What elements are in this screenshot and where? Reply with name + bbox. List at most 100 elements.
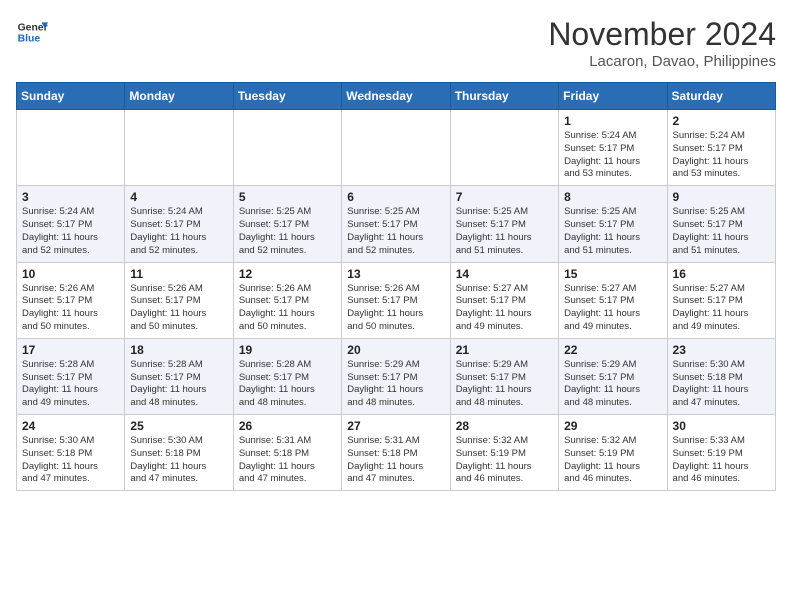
day-number: 16 — [673, 267, 770, 281]
day-info: Sunrise: 5:24 AM Sunset: 5:17 PM Dayligh… — [564, 130, 661, 181]
day-number: 20 — [347, 343, 444, 357]
calendar-cell — [17, 110, 125, 186]
calendar-cell — [125, 110, 233, 186]
svg-text:Blue: Blue — [18, 34, 41, 45]
calendar-cell: 13 Sunrise: 5:26 AM Sunset: 5:17 PM Dayli… — [342, 262, 450, 338]
header: General Blue November 2024 Lacaron, Dava… — [16, 16, 776, 70]
day-info: Sunrise: 5:25 AM Sunset: 5:17 PM Dayligh… — [239, 206, 336, 257]
calendar-week-1: 1 Sunrise: 5:24 AM Sunset: 5:17 PM Daylig… — [17, 110, 776, 186]
day-info: Sunrise: 5:24 AM Sunset: 5:17 PM Dayligh… — [130, 206, 227, 257]
calendar-cell — [450, 110, 558, 186]
day-info: Sunrise: 5:25 AM Sunset: 5:17 PM Dayligh… — [673, 206, 770, 257]
day-info: Sunrise: 5:27 AM Sunset: 5:17 PM Dayligh… — [456, 283, 553, 334]
day-info: Sunrise: 5:26 AM Sunset: 5:17 PM Dayligh… — [22, 283, 119, 334]
day-header-friday: Friday — [559, 83, 667, 110]
day-number: 27 — [347, 419, 444, 433]
day-number: 15 — [564, 267, 661, 281]
day-info: Sunrise: 5:32 AM Sunset: 5:19 PM Dayligh… — [564, 435, 661, 486]
calendar-cell: 26 Sunrise: 5:31 AM Sunset: 5:18 PM Dayli… — [233, 415, 341, 491]
day-number: 28 — [456, 419, 553, 433]
day-info: Sunrise: 5:27 AM Sunset: 5:17 PM Dayligh… — [673, 283, 770, 334]
day-number: 3 — [22, 190, 119, 204]
day-number: 9 — [673, 190, 770, 204]
calendar-cell: 12Sunrise: 5:26 AM Sunset: 5:17 PM Dayli… — [233, 262, 341, 338]
calendar-week-5: 24 Sunrise: 5:30 AM Sunset: 5:18 PM Dayli… — [17, 415, 776, 491]
day-header-monday: Monday — [125, 83, 233, 110]
day-number: 23 — [673, 343, 770, 357]
calendar-cell: 23 Sunrise: 5:30 AM Sunset: 5:18 PM Dayli… — [667, 338, 775, 414]
calendar-cell: 5 Sunrise: 5:25 AM Sunset: 5:17 PM Daylig… — [233, 186, 341, 262]
day-number: 17 — [22, 343, 119, 357]
day-number: 5 — [239, 190, 336, 204]
day-info: Sunrise: 5:25 AM Sunset: 5:17 PM Dayligh… — [564, 206, 661, 257]
calendar-cell: 1 Sunrise: 5:24 AM Sunset: 5:17 PM Daylig… — [559, 110, 667, 186]
day-info: Sunrise: 5:28 AM Sunset: 5:17 PM Dayligh… — [22, 359, 119, 410]
logo: General Blue — [16, 16, 48, 48]
day-info: Sunrise: 5:25 AM Sunset: 5:17 PM Dayligh… — [456, 206, 553, 257]
location-title: Lacaron, Davao, Philippines — [548, 53, 776, 70]
day-number: 13 — [347, 267, 444, 281]
calendar-week-4: 17 Sunrise: 5:28 AM Sunset: 5:17 PM Dayli… — [17, 338, 776, 414]
calendar-week-2: 3 Sunrise: 5:24 AM Sunset: 5:17 PM Daylig… — [17, 186, 776, 262]
day-header-wednesday: Wednesday — [342, 83, 450, 110]
calendar-cell: 24 Sunrise: 5:30 AM Sunset: 5:18 PM Dayli… — [17, 415, 125, 491]
calendar-cell: 17 Sunrise: 5:28 AM Sunset: 5:17 PM Dayli… — [17, 338, 125, 414]
calendar-cell: 4 Sunrise: 5:24 AM Sunset: 5:17 PM Daylig… — [125, 186, 233, 262]
day-info: Sunrise: 5:27 AM Sunset: 5:17 PM Dayligh… — [564, 283, 661, 334]
calendar-cell: 19Sunrise: 5:28 AM Sunset: 5:17 PM Dayli… — [233, 338, 341, 414]
day-header-sunday: Sunday — [17, 83, 125, 110]
calendar-cell: 3 Sunrise: 5:24 AM Sunset: 5:17 PM Daylig… — [17, 186, 125, 262]
calendar-cell — [342, 110, 450, 186]
calendar-cell: 7 Sunrise: 5:25 AM Sunset: 5:17 PM Daylig… — [450, 186, 558, 262]
day-number: 24 — [22, 419, 119, 433]
day-number: 26 — [239, 419, 336, 433]
title-block: November 2024 Lacaron, Davao, Philippine… — [548, 16, 776, 70]
day-number: 12 — [239, 267, 336, 281]
day-number: 19 — [239, 343, 336, 357]
day-number: 25 — [130, 419, 227, 433]
day-number: 1 — [564, 114, 661, 128]
calendar-cell: 15 Sunrise: 5:27 AM Sunset: 5:17 PM Dayli… — [559, 262, 667, 338]
calendar-cell: 8Sunrise: 5:25 AM Sunset: 5:17 PM Daylig… — [559, 186, 667, 262]
calendar-cell: 20 Sunrise: 5:29 AM Sunset: 5:17 PM Dayli… — [342, 338, 450, 414]
header-row: SundayMondayTuesdayWednesdayThursdayFrid… — [17, 83, 776, 110]
calendar-cell: 22Sunrise: 5:29 AM Sunset: 5:17 PM Dayli… — [559, 338, 667, 414]
day-number: 2 — [673, 114, 770, 128]
day-number: 29 — [564, 419, 661, 433]
day-number: 11 — [130, 267, 227, 281]
day-info: Sunrise: 5:30 AM Sunset: 5:18 PM Dayligh… — [673, 359, 770, 410]
calendar-cell: 11Sunrise: 5:26 AM Sunset: 5:17 PM Dayli… — [125, 262, 233, 338]
day-number: 7 — [456, 190, 553, 204]
day-number: 10 — [22, 267, 119, 281]
day-number: 21 — [456, 343, 553, 357]
day-info: Sunrise: 5:31 AM Sunset: 5:18 PM Dayligh… — [347, 435, 444, 486]
day-info: Sunrise: 5:30 AM Sunset: 5:18 PM Dayligh… — [22, 435, 119, 486]
day-info: Sunrise: 5:25 AM Sunset: 5:17 PM Dayligh… — [347, 206, 444, 257]
day-header-tuesday: Tuesday — [233, 83, 341, 110]
day-number: 14 — [456, 267, 553, 281]
day-info: Sunrise: 5:24 AM Sunset: 5:17 PM Dayligh… — [673, 130, 770, 181]
calendar-cell: 14 Sunrise: 5:27 AM Sunset: 5:17 PM Dayli… — [450, 262, 558, 338]
calendar-cell: 16 Sunrise: 5:27 AM Sunset: 5:17 PM Dayli… — [667, 262, 775, 338]
page: General Blue November 2024 Lacaron, Dava… — [0, 0, 792, 507]
day-header-saturday: Saturday — [667, 83, 775, 110]
calendar-cell: 25 Sunrise: 5:30 AM Sunset: 5:18 PM Dayli… — [125, 415, 233, 491]
day-info: Sunrise: 5:32 AM Sunset: 5:19 PM Dayligh… — [456, 435, 553, 486]
month-title: November 2024 — [548, 16, 776, 53]
day-info: Sunrise: 5:30 AM Sunset: 5:18 PM Dayligh… — [130, 435, 227, 486]
day-info: Sunrise: 5:26 AM Sunset: 5:17 PM Dayligh… — [347, 283, 444, 334]
day-info: Sunrise: 5:29 AM Sunset: 5:17 PM Dayligh… — [347, 359, 444, 410]
calendar-cell: 28 Sunrise: 5:32 AM Sunset: 5:19 PM Dayli… — [450, 415, 558, 491]
day-number: 18 — [130, 343, 227, 357]
logo-icon: General Blue — [16, 16, 48, 48]
day-info: Sunrise: 5:31 AM Sunset: 5:18 PM Dayligh… — [239, 435, 336, 486]
calendar-cell — [233, 110, 341, 186]
calendar-cell: 10 Sunrise: 5:26 AM Sunset: 5:17 PM Dayli… — [17, 262, 125, 338]
calendar-cell: 9 Sunrise: 5:25 AM Sunset: 5:17 PM Daylig… — [667, 186, 775, 262]
day-number: 22 — [564, 343, 661, 357]
day-info: Sunrise: 5:24 AM Sunset: 5:17 PM Dayligh… — [22, 206, 119, 257]
day-number: 6 — [347, 190, 444, 204]
day-number: 4 — [130, 190, 227, 204]
calendar-cell: 29 Sunrise: 5:32 AM Sunset: 5:19 PM Dayli… — [559, 415, 667, 491]
day-info: Sunrise: 5:29 AM Sunset: 5:17 PM Dayligh… — [456, 359, 553, 410]
